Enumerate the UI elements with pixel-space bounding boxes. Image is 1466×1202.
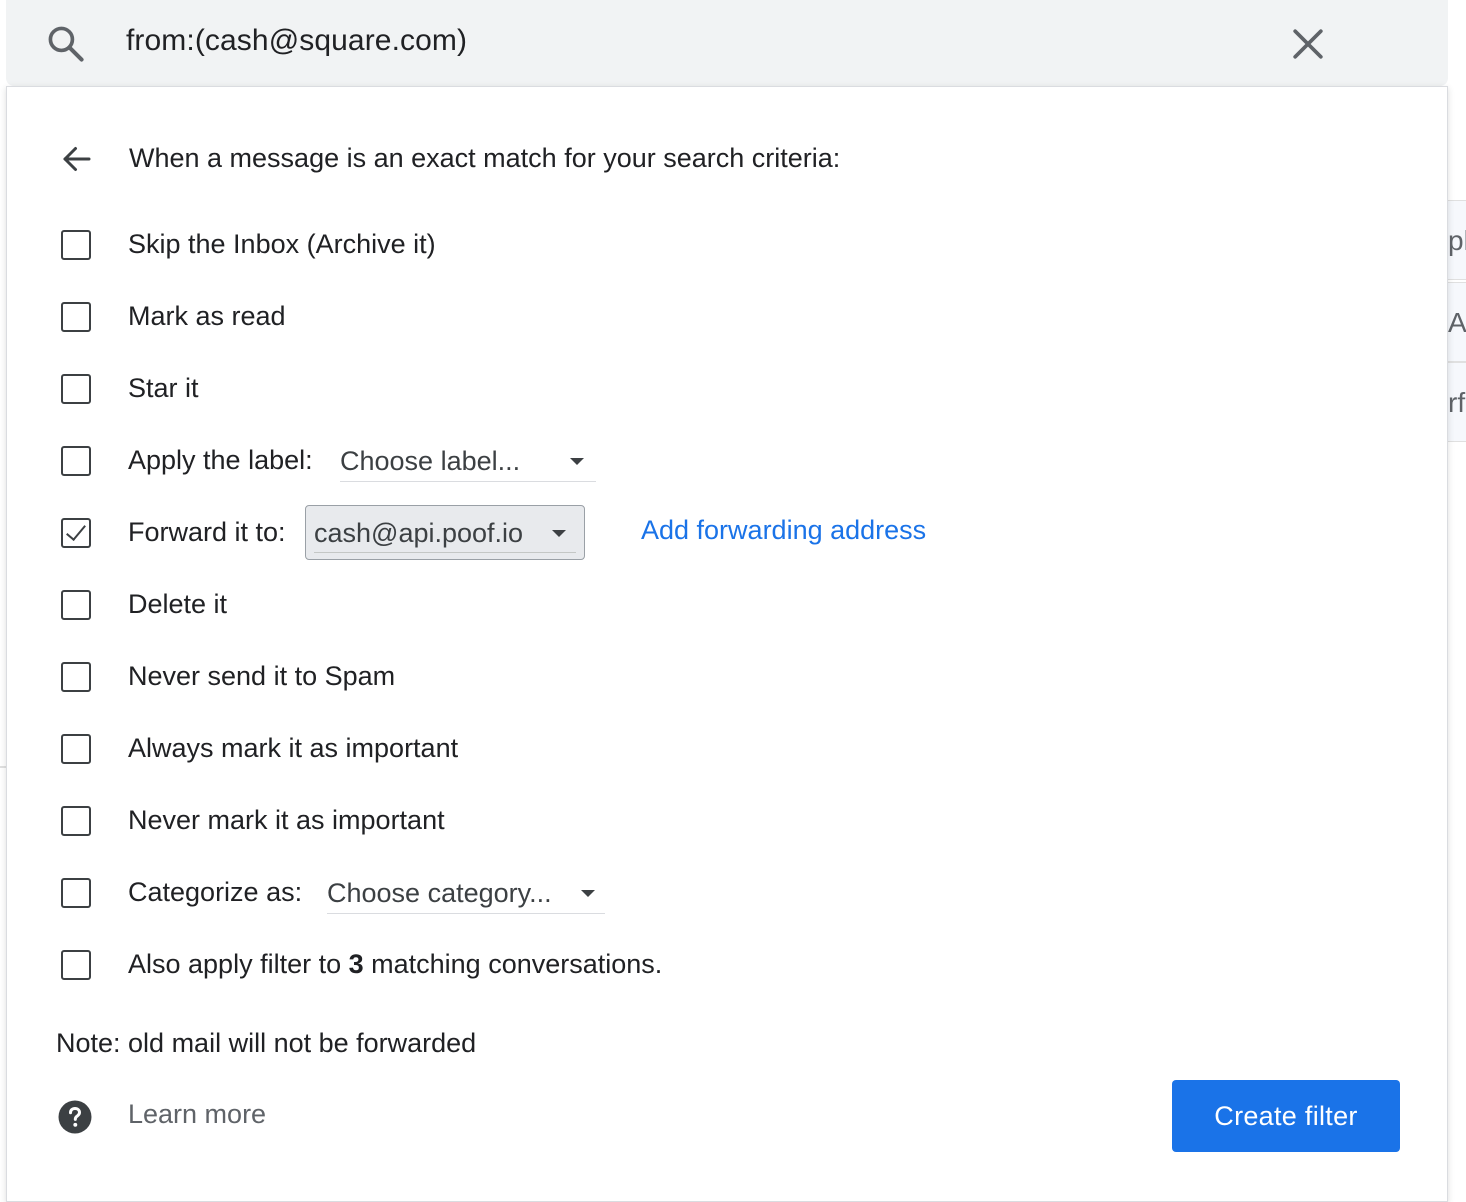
never-important-checkbox[interactable] xyxy=(61,806,91,836)
learn-more-link[interactable]: Learn more xyxy=(128,1099,266,1130)
option-apply-existing[interactable]: Also apply filter to 3 matching conversa… xyxy=(61,945,662,985)
option-forward[interactable]: Forward it to: xyxy=(61,513,286,553)
list-item[interactable]: rf xyxy=(1448,362,1466,442)
category-dropdown-value: Choose category... xyxy=(327,878,552,908)
categorize-checkbox[interactable] xyxy=(61,878,91,908)
option-label: Never mark it as important xyxy=(128,805,445,835)
mark-read-checkbox[interactable] xyxy=(61,302,91,332)
list-item[interactable]: ph xyxy=(1448,200,1466,280)
option-label: Forward it to: xyxy=(128,517,286,547)
label-dropdown-value: Choose label... xyxy=(340,446,521,476)
category-dropdown[interactable]: Choose category... xyxy=(327,874,605,914)
option-label: Skip the Inbox (Archive it) xyxy=(128,229,436,259)
option-never-spam[interactable]: Never send it to Spam xyxy=(61,657,395,697)
search-input[interactable]: from:(cash@square.com) xyxy=(126,24,467,58)
filter-options-panel: When a message is an exact match for you… xyxy=(6,86,1448,1202)
create-filter-button[interactable]: Create filter xyxy=(1172,1080,1400,1152)
option-label: Apply the label: xyxy=(128,445,313,475)
option-mark-read[interactable]: Mark as read xyxy=(61,297,286,337)
option-categorize[interactable]: Categorize as: xyxy=(61,873,302,913)
delete-checkbox[interactable] xyxy=(61,590,91,620)
forwarding-note: Note: old mail will not be forwarded xyxy=(56,1028,477,1058)
option-label: Categorize as: xyxy=(128,877,303,907)
option-label: Never send it to Spam xyxy=(128,661,396,691)
option-skip-inbox[interactable]: Skip the Inbox (Archive it) xyxy=(61,225,436,265)
option-label: Mark as read xyxy=(128,301,286,331)
always-important-checkbox[interactable] xyxy=(61,734,91,764)
option-label: Delete it xyxy=(128,589,228,619)
forward-checkbox[interactable] xyxy=(61,518,91,548)
help-icon[interactable] xyxy=(57,1099,93,1135)
option-always-important[interactable]: Always mark it as important xyxy=(61,729,458,769)
skip-inbox-checkbox[interactable] xyxy=(61,230,91,260)
add-forwarding-address-link[interactable]: Add forwarding address xyxy=(641,515,926,546)
search-bar[interactable]: from:(cash@square.com) xyxy=(6,0,1448,86)
forward-address-select[interactable]: cash@api.poof.io xyxy=(305,505,585,560)
label-dropdown[interactable]: Choose label... xyxy=(340,442,596,482)
option-delete[interactable]: Delete it xyxy=(61,585,227,625)
never-spam-checkbox[interactable] xyxy=(61,662,91,692)
close-icon[interactable] xyxy=(1286,22,1330,66)
back-arrow-icon[interactable] xyxy=(59,141,95,177)
option-label: Always mark it as important xyxy=(128,733,459,763)
chevron-down-icon xyxy=(581,890,595,897)
chevron-down-icon xyxy=(570,458,584,465)
apply-label-checkbox[interactable] xyxy=(61,446,91,476)
divider xyxy=(314,552,576,553)
option-label: Also apply filter to 3 matching conversa… xyxy=(128,949,663,979)
panel-header: When a message is an exact match for you… xyxy=(59,139,840,179)
forward-address-value: cash@api.poof.io xyxy=(314,518,524,548)
option-apply-label[interactable]: Apply the label: xyxy=(61,441,313,481)
panel-title: When a message is an exact match for you… xyxy=(129,143,841,173)
option-star-it[interactable]: Star it xyxy=(61,369,199,409)
list-item[interactable]: A xyxy=(1448,282,1466,362)
search-icon[interactable] xyxy=(44,22,88,66)
matching-count: 3 xyxy=(348,949,364,979)
star-it-checkbox[interactable] xyxy=(61,374,91,404)
chevron-down-icon xyxy=(552,530,566,537)
option-never-important[interactable]: Never mark it as important xyxy=(61,801,445,841)
apply-existing-checkbox[interactable] xyxy=(61,950,91,980)
option-label: Star it xyxy=(128,373,199,403)
